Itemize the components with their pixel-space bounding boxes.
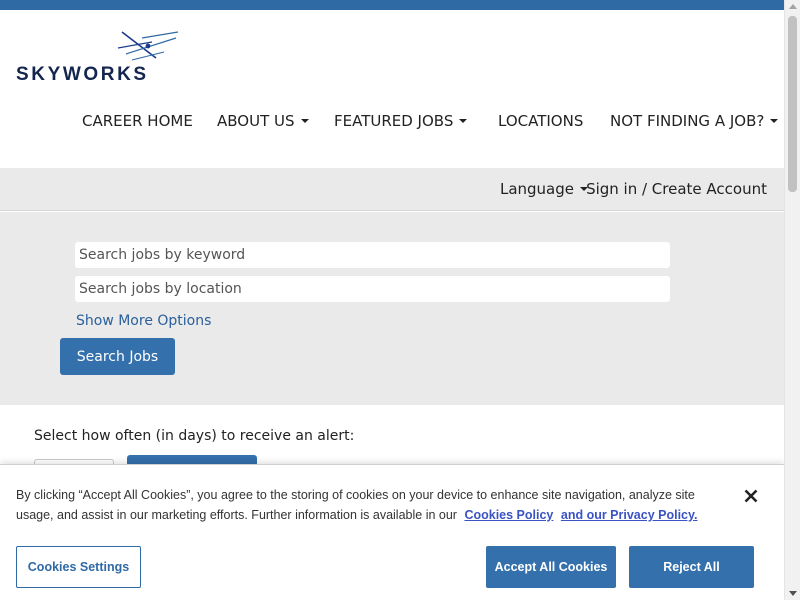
show-more-options-link[interactable]: Show More Options — [76, 313, 211, 329]
nav-about-us[interactable]: ABOUT US — [217, 112, 309, 132]
cookies-settings-button[interactable]: Cookies Settings — [16, 546, 141, 588]
nav-career-home[interactable]: CAREER HOME — [82, 112, 193, 132]
vertical-scrollbar[interactable] — [784, 0, 800, 600]
cookie-consent-banner: By clicking “Accept All Cookies”, you ag… — [0, 464, 784, 600]
sign-in-link[interactable]: Sign in / Create Account — [586, 180, 767, 198]
nav-label: NOT FINDING A JOB? — [610, 112, 765, 130]
cookie-message: By clicking “Accept All Cookies”, you ag… — [16, 485, 716, 525]
search-jobs-button[interactable]: Search Jobs — [60, 338, 175, 375]
nav-label: ABOUT US — [217, 112, 295, 130]
logo-mark-icon — [117, 31, 179, 61]
accept-all-cookies-button[interactable]: Accept All Cookies — [486, 546, 616, 588]
nav-not-finding-a-job[interactable]: NOT FINDING A JOB? — [610, 112, 779, 132]
caret-down-icon — [459, 119, 468, 123]
close-icon[interactable] — [742, 487, 760, 505]
sign-in-label: Sign in / Create Account — [586, 180, 767, 198]
cookies-policy-link[interactable]: Cookies Policy — [464, 508, 553, 522]
language-dropdown[interactable]: Language — [500, 180, 588, 198]
nav-locations[interactable]: LOCATIONS — [498, 112, 583, 132]
privacy-policy-link[interactable]: and our Privacy Policy. — [561, 508, 698, 522]
skyworks-logo[interactable]: SKYWORKS — [14, 28, 184, 88]
nav-label: CAREER HOME — [82, 112, 193, 130]
keyword-search-input[interactable] — [75, 242, 670, 268]
scrollbar-thumb[interactable] — [788, 16, 797, 192]
scroll-up-arrow-icon[interactable] — [789, 4, 797, 9]
nav-label: FEATURED JOBS — [334, 112, 454, 130]
nav-featured-jobs[interactable]: FEATURED JOBS — [334, 112, 468, 132]
caret-down-icon — [300, 119, 309, 123]
nav-label: LOCATIONS — [498, 112, 584, 130]
alert-frequency-label: Select how often (in days) to receive an… — [34, 428, 355, 444]
top-accent-bar — [0, 0, 784, 10]
reject-all-button[interactable]: Reject All — [629, 546, 754, 588]
logo-wordmark: SKYWORKS — [16, 64, 149, 85]
location-search-input[interactable] — [75, 276, 670, 302]
job-search-panel: Show More Options Search Jobs — [0, 212, 784, 405]
scroll-down-arrow-icon[interactable] — [789, 591, 797, 596]
caret-down-icon — [770, 119, 779, 123]
utility-bar: Language Sign in / Create Account — [0, 168, 784, 211]
language-label: Language — [499, 180, 574, 198]
